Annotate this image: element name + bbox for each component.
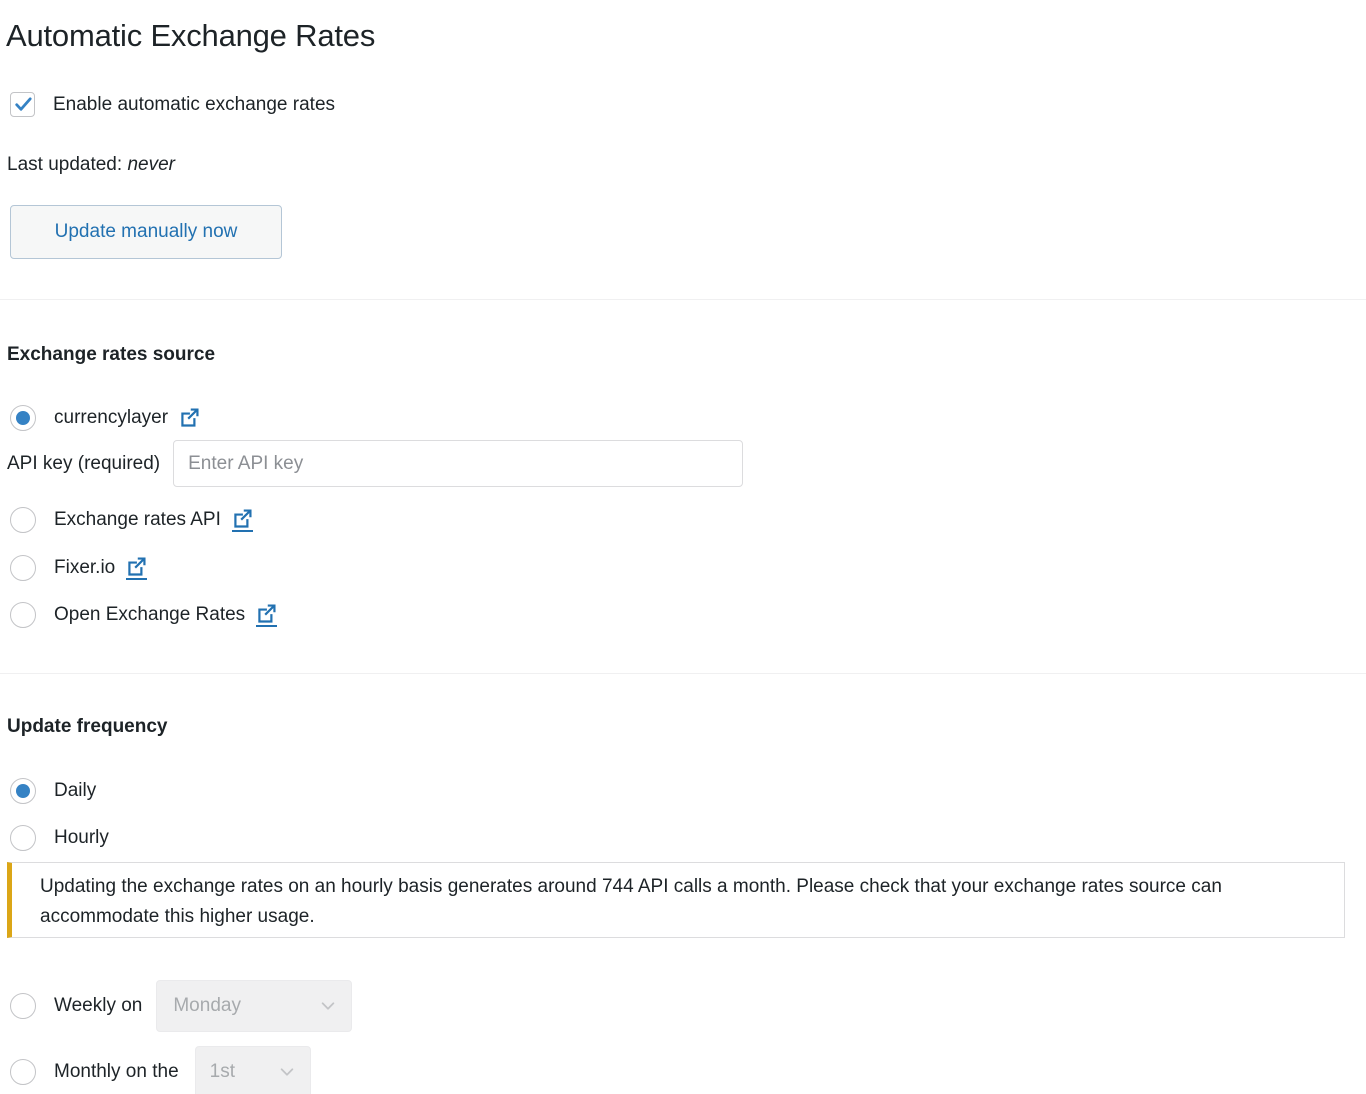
weekly-day-select-value: Monday (173, 995, 241, 1017)
monthly-day-select[interactable]: 1st (195, 1046, 311, 1094)
api-key-input[interactable] (173, 440, 743, 487)
last-updated-value: never (127, 154, 175, 175)
exchange-rates-source-heading: Exchange rates source (7, 342, 215, 367)
external-link-icon (256, 603, 277, 624)
source-radio-currencylayer[interactable] (10, 405, 36, 431)
frequency-radio-hourly[interactable] (10, 825, 36, 851)
frequency-label-daily: Daily (54, 778, 96, 804)
monthly-day-select-value: 1st (210, 1061, 235, 1083)
source-option-exchange-rates-api[interactable]: Exchange rates API (10, 507, 253, 533)
enable-automatic-exchange-rates-checkbox[interactable] (10, 92, 35, 117)
frequency-option-daily[interactable]: Daily (10, 778, 96, 804)
source-label-fixer-io: Fixer.io (54, 555, 115, 581)
frequency-option-weekly[interactable]: Weekly on Monday (10, 980, 352, 1032)
source-option-currencylayer[interactable]: currencylayer (10, 405, 200, 431)
update-frequency-heading: Update frequency (7, 714, 167, 739)
enable-automatic-exchange-rates-row[interactable]: Enable automatic exchange rates (10, 92, 335, 117)
api-key-label: API key (required) (7, 451, 160, 476)
frequency-label-weekly: Weekly on (54, 993, 142, 1019)
external-link-icon (232, 508, 253, 529)
enable-automatic-exchange-rates-label: Enable automatic exchange rates (53, 92, 335, 117)
external-link-icon (126, 556, 147, 577)
source-label-open-exchange-rates: Open Exchange Rates (54, 602, 245, 628)
frequency-option-monthly[interactable]: Monthly on the 1st (10, 1046, 311, 1094)
checkmark-icon (13, 94, 34, 115)
external-link-icon (179, 407, 200, 428)
source-radio-exchange-rates-api[interactable] (10, 507, 36, 533)
external-link-icon-open-exchange-rates[interactable] (256, 603, 277, 627)
frequency-label-monthly: Monthly on the (54, 1059, 179, 1085)
divider-above-source-section (0, 299, 1366, 300)
frequency-label-hourly: Hourly (54, 825, 109, 851)
source-label-exchange-rates-api: Exchange rates API (54, 507, 221, 533)
external-link-icon-currencylayer[interactable] (179, 407, 200, 429)
external-link-icon-fixer-io[interactable] (126, 556, 147, 580)
chevron-down-icon (319, 997, 337, 1015)
api-key-row[interactable]: API key (required) (7, 440, 743, 487)
automatic-exchange-rates-settings-page: Automatic Exchange Rates Enable automati… (0, 0, 1366, 1094)
divider-above-frequency-section (0, 673, 1366, 674)
hourly-usage-notice-text: Updating the exchange rates on an hourly… (40, 872, 1280, 932)
source-radio-open-exchange-rates[interactable] (10, 602, 36, 628)
frequency-radio-weekly[interactable] (10, 993, 36, 1019)
last-updated-prefix: Last updated: (7, 154, 122, 175)
source-radio-fixer-io[interactable] (10, 555, 36, 581)
source-option-fixer-io[interactable]: Fixer.io (10, 555, 147, 581)
weekly-day-select[interactable]: Monday (156, 980, 352, 1032)
chevron-down-icon (278, 1063, 296, 1081)
update-manually-now-button[interactable]: Update manually now (10, 205, 282, 259)
frequency-radio-monthly[interactable] (10, 1059, 36, 1085)
hourly-usage-notice: Updating the exchange rates on an hourly… (7, 862, 1345, 938)
frequency-radio-daily[interactable] (10, 778, 36, 804)
last-updated-status: Last updated: never (7, 152, 175, 177)
frequency-option-hourly[interactable]: Hourly (10, 825, 109, 851)
source-label-currencylayer: currencylayer (54, 405, 168, 431)
page-title: Automatic Exchange Rates (6, 16, 375, 56)
source-option-open-exchange-rates[interactable]: Open Exchange Rates (10, 602, 277, 628)
external-link-icon-exchange-rates-api[interactable] (232, 508, 253, 532)
